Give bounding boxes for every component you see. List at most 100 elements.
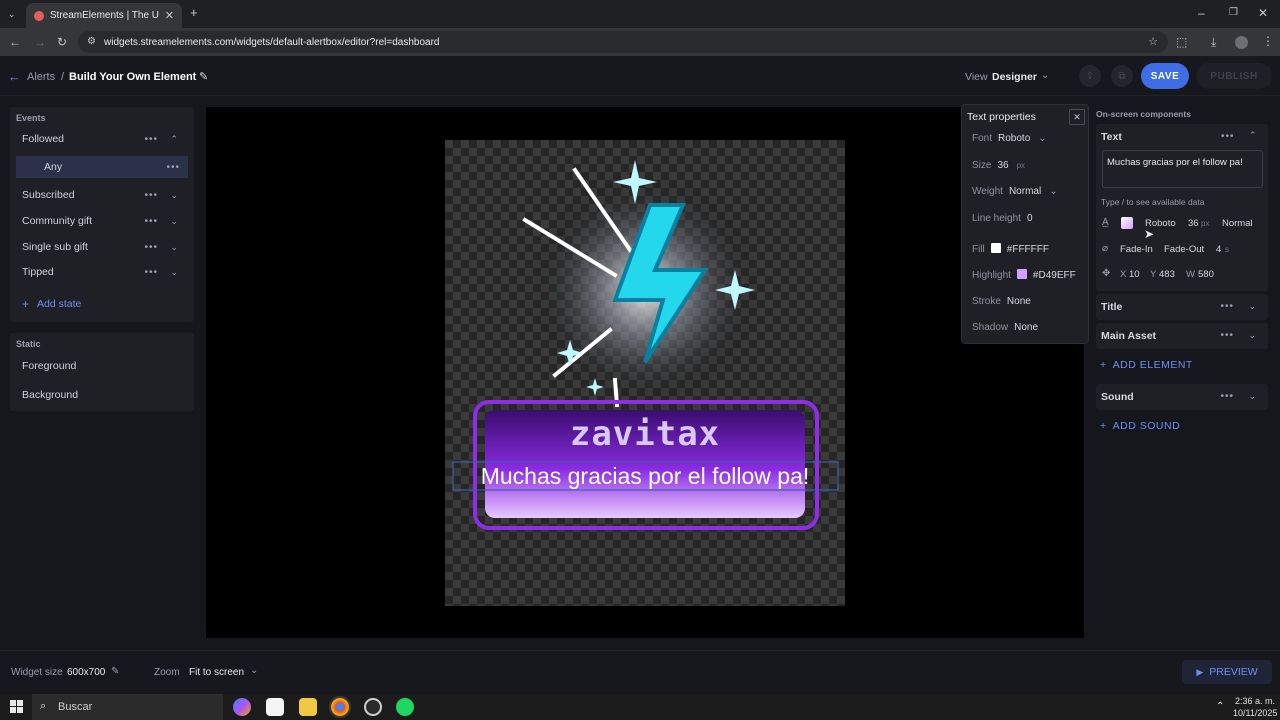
shadow-property[interactable]: Shadow None	[972, 322, 1038, 333]
windows-start-icon[interactable]	[10, 700, 23, 713]
alert-message[interactable]: Muchas gracias por el follow pa!	[445, 463, 845, 490]
fill-color-swatch[interactable]	[990, 243, 1001, 253]
more-dots-icon[interactable]: •••	[1220, 301, 1234, 312]
chevron-down-icon[interactable]: ⌄	[170, 216, 178, 227]
highlight-value[interactable]: #D49EFF	[1033, 270, 1076, 281]
event-subscribed[interactable]: Subscribed ••• ⌄	[12, 184, 188, 206]
forward-arrow-icon[interactable]: →	[34, 36, 46, 48]
animation-duration-value[interactable]: 4	[1216, 244, 1221, 255]
y-value[interactable]: 483	[1159, 269, 1175, 280]
extensions-icon[interactable]: ⬚	[1176, 36, 1187, 48]
taskbar-time[interactable]: 2:36 a. m.	[1235, 696, 1275, 706]
alert-artwork[interactable]	[445, 140, 845, 606]
window-close-icon[interactable]: ✕	[1258, 7, 1268, 19]
static-foreground[interactable]: Foreground	[12, 355, 188, 377]
alert-username[interactable]: zavitax	[445, 414, 845, 454]
view-mode-select[interactable]: Designer	[992, 71, 1037, 83]
more-dots-icon[interactable]: •••	[144, 134, 158, 145]
more-dots-icon[interactable]: •••	[1220, 391, 1234, 402]
text-size-value[interactable]: 36	[1188, 218, 1199, 229]
animation-in-value[interactable]: Fade-In	[1120, 244, 1153, 255]
taskbar-date[interactable]: 10/11/2025	[1233, 708, 1277, 718]
preview-button[interactable]: ▶ PREVIEW	[1182, 660, 1272, 684]
back-arrow-icon[interactable]: ←	[8, 69, 21, 84]
title-component[interactable]: Title ••• ⌄	[1096, 294, 1268, 320]
x-value[interactable]: 10	[1129, 269, 1140, 280]
duplicate-icon[interactable]: ⧉	[1111, 65, 1133, 87]
stroke-property[interactable]: Stroke None	[972, 296, 1031, 307]
chrome-icon[interactable]	[329, 696, 351, 718]
more-dots-icon[interactable]: •••	[144, 267, 158, 278]
url-field[interactable]: ⚙ widgets.streamelements.com/widgets/def…	[78, 31, 1168, 53]
shadow-value[interactable]: None	[1014, 322, 1038, 333]
chevron-down-icon[interactable]: ⌄	[1248, 330, 1256, 341]
weight-property[interactable]: Weight Normal ⌄	[972, 186, 1058, 197]
copilot-icon[interactable]	[233, 698, 251, 716]
save-button[interactable]: SAVE	[1141, 63, 1189, 89]
line-height-input[interactable]: 0	[1027, 213, 1033, 224]
chevron-down-icon[interactable]: ⌄	[1248, 391, 1256, 402]
weight-select[interactable]: Normal	[1009, 186, 1041, 197]
fill-value[interactable]: #FFFFFF	[1007, 244, 1049, 255]
main-asset-component[interactable]: Main Asset ••• ⌄	[1096, 323, 1268, 349]
widget-size-value[interactable]: 600x700	[67, 667, 105, 678]
site-info-icon[interactable]: ⚙	[87, 36, 96, 47]
fill-property[interactable]: Fill #FFFFFF	[972, 243, 1049, 255]
add-sound-button[interactable]: + ADD SOUND	[1100, 420, 1180, 432]
more-dots-icon[interactable]: •••	[1221, 131, 1235, 142]
back-arrow-icon[interactable]: ←	[9, 36, 21, 48]
browser-menu-icon[interactable]: ⋮	[1262, 35, 1274, 47]
w-value[interactable]: 580	[1198, 269, 1214, 280]
tray-chevron-up-icon[interactable]: ⌃	[1216, 701, 1224, 712]
more-dots-icon[interactable]: •••	[166, 162, 180, 173]
more-dots-icon[interactable]: •••	[144, 190, 158, 201]
browser-tab[interactable]: StreamElements | The Ultimate ✕	[26, 3, 182, 28]
breadcrumb-alerts[interactable]: Alerts	[27, 71, 55, 83]
zoom-select[interactable]: Fit to screen	[189, 667, 244, 678]
obs-icon[interactable]	[364, 698, 382, 716]
line-height-property[interactable]: Line height 0	[972, 213, 1033, 224]
chevron-up-icon[interactable]: ⌃	[170, 134, 178, 145]
close-icon[interactable]: ✕	[1069, 109, 1085, 125]
chevron-down-icon[interactable]: ⌄	[170, 190, 178, 201]
download-icon[interactable]: ⤓	[1211, 36, 1216, 48]
more-dots-icon[interactable]: •••	[144, 216, 158, 227]
taskbar-search-box[interactable]: ⌕ Buscar	[32, 694, 223, 720]
more-dots-icon[interactable]: •••	[1220, 330, 1234, 341]
spotify-icon[interactable]	[396, 698, 414, 716]
edit-pencil-icon[interactable]: ✎	[111, 666, 119, 677]
more-dots-icon[interactable]: •••	[144, 242, 158, 253]
size-input[interactable]: 36	[997, 160, 1008, 171]
reload-icon[interactable]: ↻	[57, 36, 67, 48]
add-element-button[interactable]: + ADD ELEMENT	[1100, 359, 1193, 371]
restore-icon[interactable]: ❐	[1229, 7, 1238, 19]
text-weight-value[interactable]: Normal	[1222, 218, 1253, 229]
stroke-value[interactable]: None	[1007, 296, 1031, 307]
event-followed[interactable]: Followed ••• ⌃	[12, 128, 188, 150]
text-content-input[interactable]: Muchas gracias por el follow pa!	[1102, 150, 1263, 188]
file-explorer-icon[interactable]	[299, 698, 317, 716]
new-tab-plus-icon[interactable]: +	[190, 6, 198, 19]
event-tipped[interactable]: Tipped ••• ⌄	[12, 261, 188, 283]
chevron-down-icon[interactable]: ⌄	[1248, 301, 1256, 312]
store-icon[interactable]	[266, 698, 284, 716]
publish-button[interactable]: PUBLISH	[1196, 63, 1272, 89]
color-swatch[interactable]	[1121, 217, 1133, 229]
size-property[interactable]: Size 36 px	[972, 160, 1025, 171]
font-select[interactable]: Roboto	[998, 133, 1030, 144]
event-community-gift[interactable]: Community gift ••• ⌄	[12, 210, 188, 232]
profile-avatar[interactable]	[1235, 36, 1248, 49]
highlight-property[interactable]: Highlight #D49EFF	[972, 269, 1076, 281]
bookmark-star-icon[interactable]: ☆	[1148, 35, 1158, 48]
chevron-down-icon[interactable]: ⌄	[1041, 70, 1049, 81]
tab-close-icon[interactable]: ✕	[165, 9, 174, 22]
event-state-any[interactable]: Any •••	[16, 156, 188, 178]
highlight-color-swatch[interactable]	[1016, 269, 1027, 279]
animation-out-value[interactable]: Fade-Out	[1164, 244, 1204, 255]
minimize-icon[interactable]: –	[1198, 7, 1205, 19]
font-property[interactable]: Font Roboto ⌄	[972, 133, 1047, 144]
event-single-sub-gift[interactable]: Single sub gift ••• ⌄	[12, 236, 188, 258]
chevron-down-icon[interactable]: ⌄	[170, 267, 178, 278]
chevron-down-icon[interactable]: ⌄	[170, 242, 178, 253]
edit-pencil-icon[interactable]: ✎	[199, 70, 208, 83]
